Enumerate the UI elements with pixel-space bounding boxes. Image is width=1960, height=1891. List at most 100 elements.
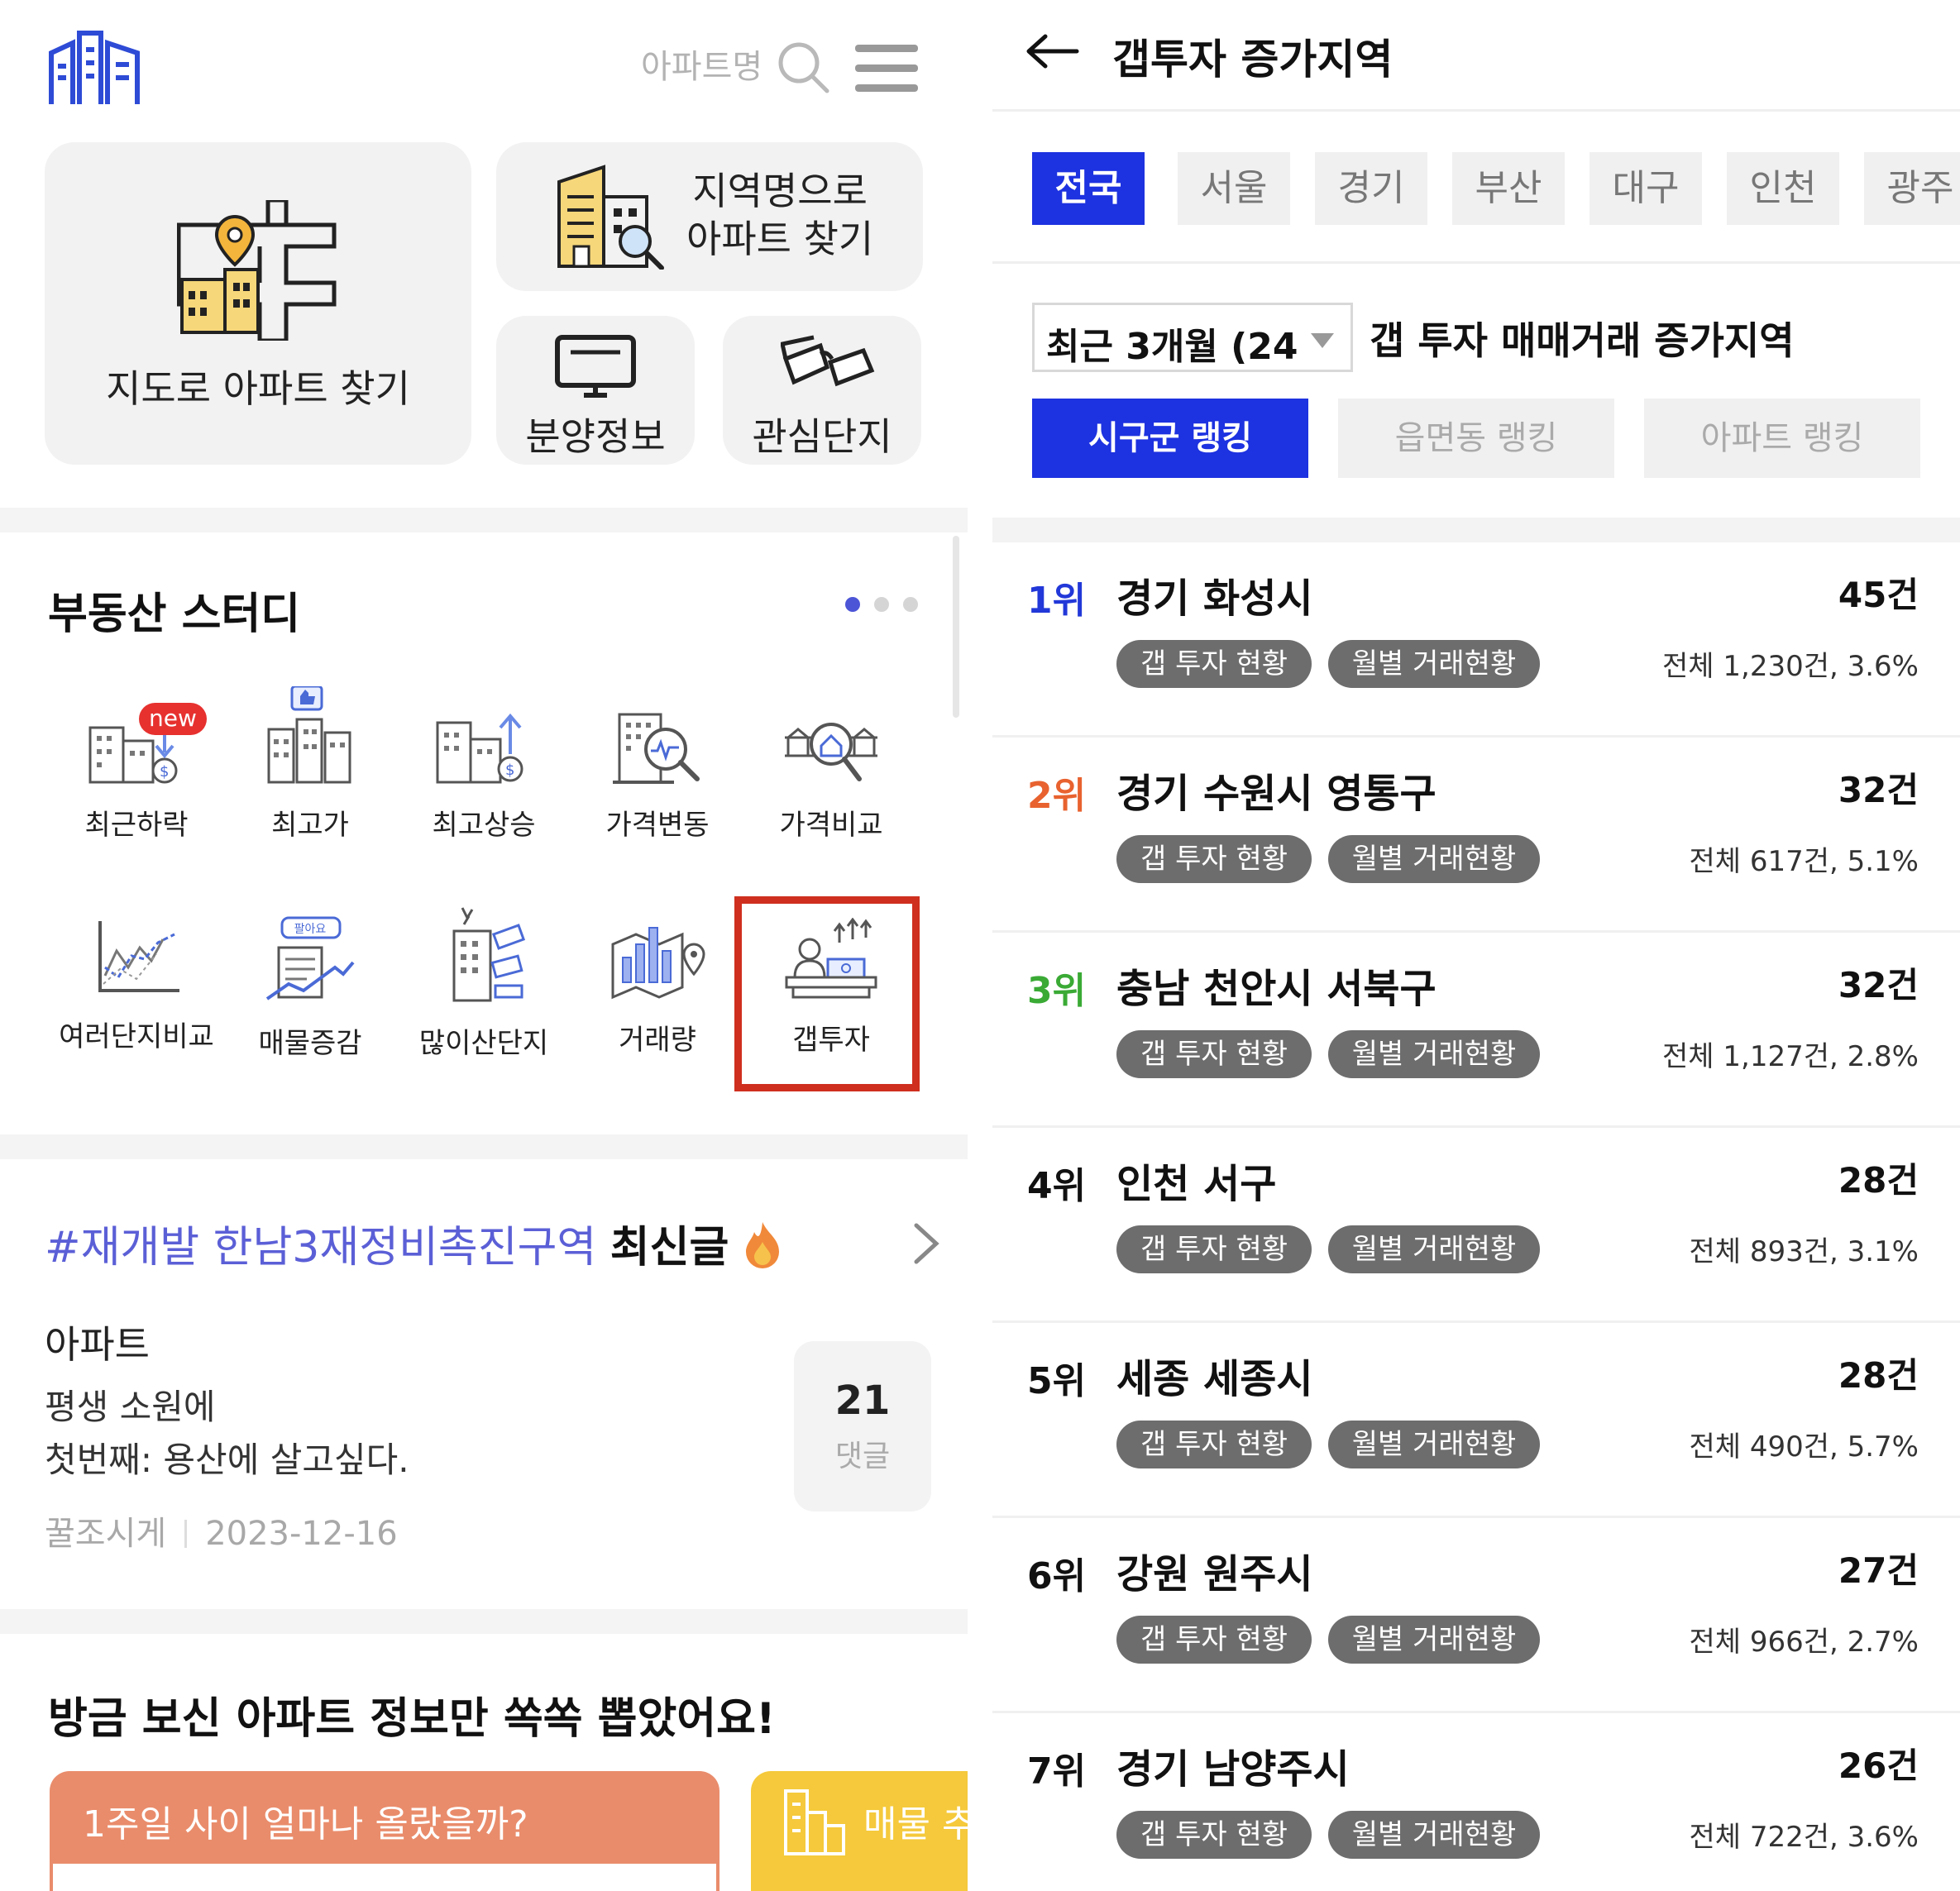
study-item-trade-volume[interactable]: 거래량 xyxy=(571,921,744,1058)
region-name[interactable]: 경기 수원시 영통구 xyxy=(1116,761,1437,819)
region-search-label-line1: 지역명으로 xyxy=(692,169,868,213)
region-name[interactable]: 충남 천안시 서북구 xyxy=(1116,956,1437,1014)
gap-status-button[interactable]: 갭 투자 현황 xyxy=(1116,835,1312,883)
region-name[interactable]: 경기 화성시 xyxy=(1116,566,1313,623)
building-thumbs-up-icon xyxy=(267,686,351,784)
map-search-label: 지도로 아파트 찾기 xyxy=(106,366,410,411)
monthly-trade-button[interactable]: 월별 거래현황 xyxy=(1328,1811,1540,1859)
listing-card[interactable]: 매물 추 xyxy=(751,1771,968,1891)
carousel-dots[interactable] xyxy=(845,597,932,615)
study-item-label: 최고상승 xyxy=(432,809,536,842)
rank-number: 6위 xyxy=(1027,1555,1087,1597)
ranking-row[interactable]: 4위 인천 서구 28건 갭 투자 현황 월별 거래현황 전체 893건, 3.1% xyxy=(992,1128,1960,1323)
hamburger-menu-icon[interactable] xyxy=(855,45,918,93)
glasses-icon xyxy=(781,335,875,387)
total-trades: 전체 490건, 5.7% xyxy=(1689,1430,1919,1464)
total-trades: 전체 1,230건, 3.6% xyxy=(1662,650,1919,683)
study-item-listing-change[interactable]: 팔아요 매물증감 xyxy=(223,916,397,1061)
gap-status-button[interactable]: 갭 투자 현황 xyxy=(1116,1421,1312,1468)
rank-number: 2위 xyxy=(1027,775,1087,817)
region-name[interactable]: 경기 남양주시 xyxy=(1116,1736,1350,1794)
tab-gwangju[interactable]: 광주 xyxy=(1864,152,1960,225)
listing-card-label: 매물 추 xyxy=(863,1803,968,1846)
back-arrow-icon[interactable] xyxy=(1025,33,1080,69)
district-ranking-button[interactable]: 시구군 랭킹 xyxy=(1032,399,1308,478)
region-name[interactable]: 강원 원주시 xyxy=(1116,1541,1313,1599)
monthly-trade-button[interactable]: 월별 거래현황 xyxy=(1328,1421,1540,1468)
tab-seoul[interactable]: 서울 xyxy=(1178,152,1290,225)
gap-status-button[interactable]: 갭 투자 현황 xyxy=(1116,640,1312,688)
gap-count: 27건 xyxy=(1838,1550,1919,1591)
study-item-most-bought[interactable]: 많이산단지 xyxy=(397,905,571,1061)
post-topic-link[interactable]: #재개발 한남3재정비촉진구역 최신글 xyxy=(45,1212,782,1274)
gap-status-button[interactable]: 갭 투자 현황 xyxy=(1116,1030,1312,1078)
gap-count: 28건 xyxy=(1838,1355,1919,1396)
comment-count-box[interactable]: 21 댓글 xyxy=(794,1341,931,1511)
extract-section-title: 방금 보신 아파트 정보만 쏙쏙 뽑았어요! xyxy=(48,1694,776,1744)
ranking-row[interactable]: 6위 강원 원주시 27건갭 투자 현황 월별 거래현황 전체 966건, 2.7% xyxy=(992,1518,1960,1713)
scrollbar[interactable] xyxy=(953,536,959,718)
rank-number: 5위 xyxy=(1027,1360,1087,1402)
divider xyxy=(992,261,1960,264)
study-item-price-compare[interactable]: 가격비교 xyxy=(744,711,918,843)
study-item-highest-rise[interactable]: $ 최고상승 xyxy=(397,711,571,843)
region-name[interactable]: 인천 서구 xyxy=(1116,1151,1276,1209)
period-select[interactable]: 최근 3개월 (24 xyxy=(1032,303,1353,372)
post-author: 꿀조시게 xyxy=(45,1515,167,1553)
tab-nationwide[interactable]: 전국 xyxy=(1032,152,1145,225)
search-placeholder[interactable]: 아파트명 xyxy=(641,40,762,88)
gap-investment-highlight-box xyxy=(734,896,920,1091)
town-ranking-button[interactable]: 읍면동 랭킹 xyxy=(1338,399,1614,478)
ranking-row[interactable]: 5위 세종 세종시 28건갭 투자 현황 월별 거래현황 전체 490건, 5.7% xyxy=(992,1323,1960,1518)
sale-info-card[interactable]: 분양정보 xyxy=(496,316,695,465)
map-search-card[interactable]: 지도로 아파트 찾기 xyxy=(45,142,471,465)
study-item-recent-drop[interactable]: $ new 최근하락 xyxy=(50,703,223,843)
region-search-card[interactable]: 지역명으로 아파트 찾기 xyxy=(496,142,923,291)
total-trades: 전체 722건, 3.6% xyxy=(1689,1821,1919,1854)
ranking-row[interactable]: 2위 경기 수원시 영통구 32건 갭 투자 현황 월별 거래현황 전체 617건, 5.… xyxy=(992,738,1960,933)
gap-count: 32건 xyxy=(1838,965,1919,1005)
post-preview[interactable]: 평생 소원에 첫번째: 용산에 살고싶다. xyxy=(45,1381,409,1487)
gap-count: 26건 xyxy=(1838,1745,1919,1786)
period-value: 최근 3개월 (24 xyxy=(1046,326,1298,368)
tab-busan[interactable]: 부산 xyxy=(1452,152,1565,225)
region-search-label: 지역명으로 아파트 찾기 xyxy=(686,167,873,263)
monthly-trade-button[interactable]: 월별 거래현황 xyxy=(1328,640,1540,688)
right-screen: 갭투자 증가지역 전국 서울 경기 부산 대구 인천 광주 최근 3개월 (24… xyxy=(992,0,1960,1891)
monthly-trade-button[interactable]: 월별 거래현황 xyxy=(1328,1030,1540,1078)
gap-count: 28건 xyxy=(1838,1160,1919,1201)
section-divider xyxy=(0,1609,968,1634)
building-magnifier-icon xyxy=(613,713,700,784)
post-meta: 꿀조시게 2023-12-16 xyxy=(45,1507,398,1554)
house-compare-icon xyxy=(785,723,877,781)
post-latest-label: 최신글 xyxy=(610,1223,729,1273)
ranking-row[interactable]: 7위 경기 남양주시 26건 갭 투자 현황 월별 거래현황 전체 722건, 3.6% xyxy=(992,1713,1960,1891)
ranking-row[interactable]: 3위 충남 천안시 서북구 32건 갭 투자 현황 월별 거래현황 전체 1,127건, … xyxy=(992,933,1960,1128)
monthly-trade-button[interactable]: 월별 거래현황 xyxy=(1328,835,1540,883)
study-item-multi-compare[interactable]: 여러단지비교 xyxy=(50,918,223,1054)
tab-incheon[interactable]: 인천 xyxy=(1727,152,1839,225)
region-name[interactable]: 세종 세종시 xyxy=(1116,1346,1313,1404)
monthly-trade-button[interactable]: 월별 거래현황 xyxy=(1328,1225,1540,1273)
building-search-icon xyxy=(557,165,664,270)
favorite-complex-card[interactable]: 관심단지 xyxy=(723,316,921,465)
chevron-down-icon xyxy=(1311,333,1334,348)
study-item-label: 거래량 xyxy=(619,1024,696,1057)
building-money-icon xyxy=(452,907,526,1002)
weekly-rise-card[interactable]: 1주일 사이 얼마나 올랐을까? xyxy=(50,1771,719,1891)
gap-status-button[interactable]: 갭 투자 현황 xyxy=(1116,1811,1312,1859)
gap-status-button[interactable]: 갭 투자 현황 xyxy=(1116,1616,1312,1664)
monthly-trade-button[interactable]: 월별 거래현황 xyxy=(1328,1616,1540,1664)
ranking-row[interactable]: 1위 경기 화성시 45건 갭 투자 현황 월별 거래현황 전체 1,230건, 3.6% xyxy=(992,542,1960,738)
search-icon[interactable] xyxy=(776,40,830,94)
apartment-ranking-button[interactable]: 아파트 랭킹 xyxy=(1644,399,1920,478)
study-item-price-change[interactable]: 가격변동 xyxy=(571,711,744,843)
tab-daegu[interactable]: 대구 xyxy=(1590,152,1702,225)
app-logo-icon[interactable] xyxy=(48,25,147,107)
chevron-right-icon[interactable] xyxy=(910,1219,943,1268)
study-item-highest-price[interactable]: 최고가 xyxy=(223,686,397,843)
total-trades: 전체 966건, 2.7% xyxy=(1689,1626,1919,1659)
post-date: 2023-12-16 xyxy=(205,1515,398,1553)
tab-gyeonggi[interactable]: 경기 xyxy=(1315,152,1427,225)
gap-status-button[interactable]: 갭 투자 현황 xyxy=(1116,1225,1312,1273)
